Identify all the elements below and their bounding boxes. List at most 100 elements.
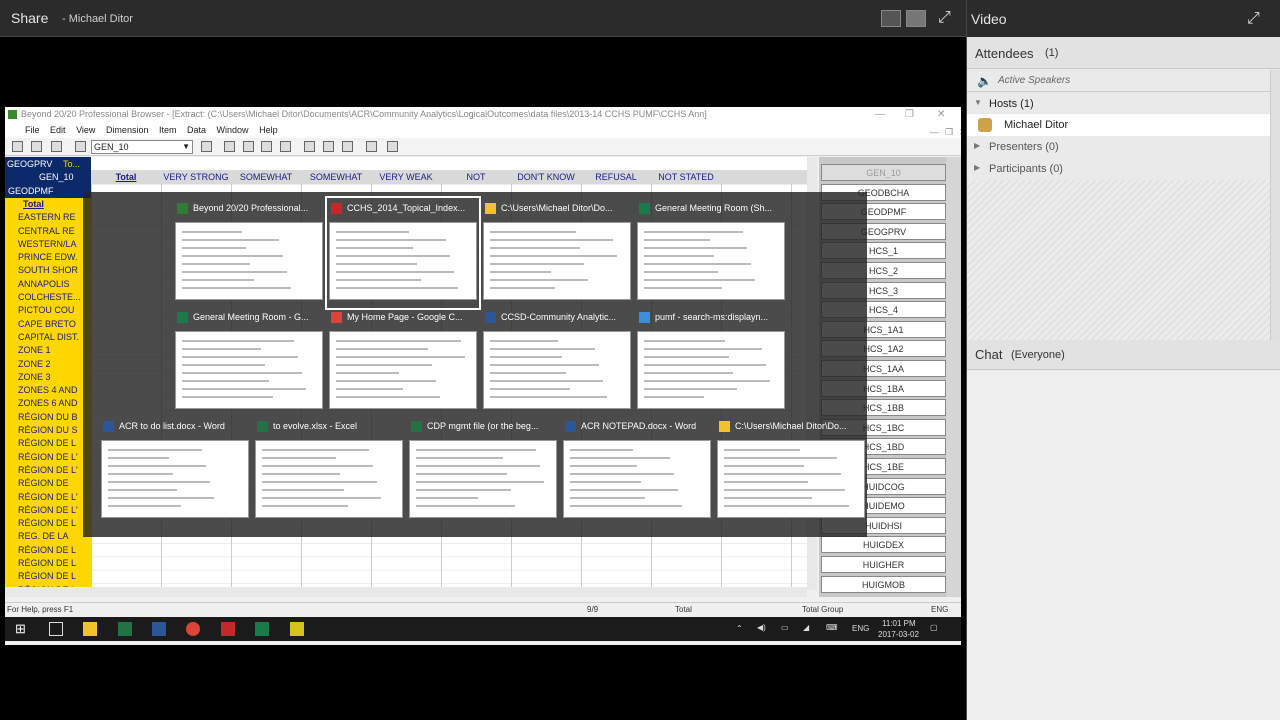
switcher-window[interactable]: C:\Users\Michael Ditor\Do... xyxy=(483,200,631,306)
row-stub[interactable]: ZONE 3 xyxy=(5,371,91,384)
row-stub[interactable]: RÉGION DE L xyxy=(5,517,91,530)
taskbar-time[interactable]: 11:01 PM xyxy=(882,619,916,628)
row-stub[interactable]: SOUTH SHOR xyxy=(5,264,91,277)
row-dimension[interactable]: GEODPMF xyxy=(5,184,91,198)
dimension-item[interactable]: HUIGMOB xyxy=(821,575,946,593)
connect-icon[interactable] xyxy=(255,622,269,636)
participants-group[interactable]: ▶ Participants (0) xyxy=(967,158,1280,180)
switcher-window[interactable]: to evolve.xlsx - Excel xyxy=(255,418,403,524)
col-header[interactable]: VERY WEAK xyxy=(371,170,441,184)
tray-chevron-icon[interactable]: ⌃ xyxy=(736,624,743,633)
expand-icon[interactable]: ⤢ xyxy=(1247,10,1260,28)
col-header[interactable]: SOMEWHAT xyxy=(301,170,371,184)
switcher-window[interactable]: ACR NOTEPAD.docx - Word xyxy=(563,418,711,524)
col-header[interactable]: REFUSAL xyxy=(581,170,651,184)
open-icon[interactable] xyxy=(12,141,23,152)
row-stub[interactable]: RÉGION DU B xyxy=(5,411,91,424)
active-speakers-row[interactable]: 🔈 Active Speakers xyxy=(967,70,1280,92)
minimize-icon[interactable]: — xyxy=(875,107,885,122)
layout-normal-icon[interactable] xyxy=(881,10,901,27)
prev-dim-icon[interactable] xyxy=(75,141,86,152)
row-stub[interactable]: CAPE BRETO xyxy=(5,318,91,331)
row-stub[interactable]: RÉGION DE L' xyxy=(5,451,91,464)
row-stub[interactable]: RÉGION DE L' xyxy=(5,491,91,504)
row-stub[interactable]: RÉGION DE L xyxy=(5,570,91,583)
row-stub[interactable]: CAPITAL DIST. xyxy=(5,331,91,344)
volume-icon[interactable]: ◀) xyxy=(757,623,766,632)
attendee-row[interactable]: Michael Ditor xyxy=(967,114,1280,136)
word-icon[interactable] xyxy=(152,622,166,636)
presenters-group[interactable]: ▶ Presenters (0) xyxy=(967,136,1280,158)
dimensions-scrollbar[interactable] xyxy=(946,157,961,597)
file-explorer-icon[interactable] xyxy=(83,622,97,636)
row-stub[interactable]: WESTERN/LA xyxy=(5,238,91,251)
switcher-window[interactable]: C:\Users\Michael Ditor\Do... xyxy=(717,418,865,524)
dimension-item[interactable]: HUIGDEX xyxy=(821,536,946,554)
col-header[interactable]: NOT xyxy=(441,170,511,184)
menu-dimension[interactable]: Dimension xyxy=(106,122,149,138)
row-stub[interactable]: CENTRAL RE xyxy=(5,225,91,238)
menu-file[interactable]: File xyxy=(25,122,40,138)
horizontal-scrollbar[interactable] xyxy=(5,587,807,597)
find-icon[interactable] xyxy=(261,141,272,152)
hosts-group[interactable]: ▼ Hosts (1) xyxy=(967,93,1280,115)
battery-icon[interactable]: ▭ xyxy=(781,623,789,632)
help-icon[interactable] xyxy=(387,141,398,152)
task-view-icon[interactable] xyxy=(49,622,63,636)
taskbar-date[interactable]: 2017-03-02 xyxy=(878,630,919,639)
switcher-window[interactable]: Beyond 20/20 Professional... xyxy=(175,200,323,306)
table-icon[interactable] xyxy=(304,141,315,152)
row-stub[interactable]: ZONES 4 AND xyxy=(5,384,91,397)
network-icon[interactable]: ◢ xyxy=(803,623,809,632)
menu-edit[interactable]: Edit xyxy=(50,122,66,138)
row-stub[interactable]: RÉGION DE L xyxy=(5,557,91,570)
col-header[interactable]: Total xyxy=(91,170,161,184)
dim-geogprv[interactable]: GEOGPRV xyxy=(7,158,52,170)
row-stub[interactable]: ZONE 2 xyxy=(5,358,91,371)
layout-fit-icon[interactable] xyxy=(906,10,926,27)
col-header[interactable]: SOMEWHAT xyxy=(231,170,301,184)
menu-data[interactable]: Data xyxy=(187,122,206,138)
col-header[interactable]: DON'T KNOW xyxy=(511,170,581,184)
acrobat-icon[interactable] xyxy=(221,622,235,636)
restore-icon[interactable]: ❐ xyxy=(905,107,914,122)
settings-icon[interactable] xyxy=(366,141,377,152)
switcher-window[interactable]: General Meeting Room - G... xyxy=(175,309,323,415)
switcher-window[interactable]: General Meeting Room (Sh... xyxy=(637,200,785,306)
expand-icon[interactable]: ⤢ xyxy=(938,10,951,26)
row-stub[interactable]: EASTERN RE xyxy=(5,211,91,224)
filter-icon[interactable] xyxy=(280,141,291,152)
excel-icon[interactable] xyxy=(118,622,132,636)
menu-view[interactable]: View xyxy=(76,122,95,138)
row-stub[interactable]: ZONE 1 xyxy=(5,344,91,357)
notifications-icon[interactable]: ▢ xyxy=(930,623,938,632)
taskbar-lang[interactable]: ENG xyxy=(852,624,869,633)
beyond-icon[interactable] xyxy=(290,622,304,636)
row-stub[interactable]: RÉGION DE L xyxy=(5,544,91,557)
row-stub[interactable]: ANNAPOLIS xyxy=(5,278,91,291)
switcher-window[interactable]: CDP mgmt file (or the beg... xyxy=(409,418,557,524)
attendees-scrollbar[interactable] xyxy=(1270,70,1280,340)
chrome-icon[interactable] xyxy=(186,622,200,636)
keyboard-icon[interactable]: ⌨ xyxy=(826,623,838,632)
switcher-window[interactable]: CCHS_2014_Topical_Index... xyxy=(325,196,481,310)
row-stub[interactable]: RÉGION DE xyxy=(5,477,91,490)
col-header[interactable]: VERY STRONG xyxy=(161,170,231,184)
windows-start-icon[interactable]: ⊞ xyxy=(15,622,29,636)
close-icon[interactable]: ✕ xyxy=(937,107,945,122)
row-stub[interactable]: Total xyxy=(5,198,91,211)
menu-window[interactable]: Window xyxy=(217,122,249,138)
switcher-window[interactable]: My Home Page - Google C... xyxy=(329,309,477,415)
col-header[interactable]: NOT STATED xyxy=(651,170,721,184)
next-dim-icon[interactable] xyxy=(201,141,212,152)
row-stub[interactable]: RÉGION DE L' xyxy=(5,464,91,477)
row-stub[interactable]: PRINCE EDW. xyxy=(5,251,91,264)
row-stub[interactable]: RÉGION DU S xyxy=(5,424,91,437)
dimension-item[interactable]: GEN_10 xyxy=(821,164,946,181)
dim-gen10[interactable]: GEN_10 xyxy=(39,171,74,183)
row-stub[interactable]: RÉGION DE L' xyxy=(5,504,91,517)
switcher-window[interactable]: ACR to do list.docx - Word xyxy=(101,418,249,524)
menu-item[interactable]: Item xyxy=(159,122,177,138)
row-stub[interactable]: RÉGION DE L xyxy=(5,437,91,450)
row-stub[interactable]: PICTOU COU xyxy=(5,304,91,317)
